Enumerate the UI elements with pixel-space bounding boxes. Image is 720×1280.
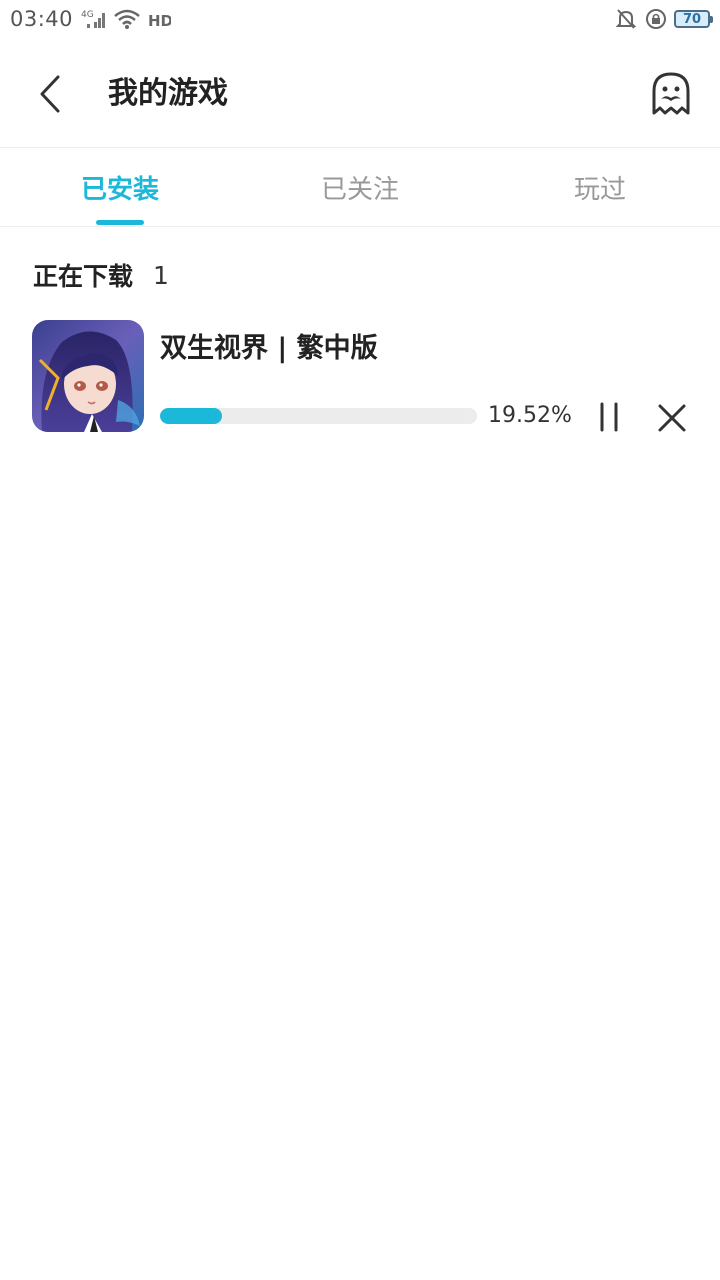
pause-icon <box>600 402 618 432</box>
rotation-lock-icon <box>644 7 668 31</box>
chevron-left-icon <box>40 75 60 113</box>
close-icon <box>658 404 686 432</box>
download-progress-fill <box>160 408 222 424</box>
tab-bar: 已安装 已关注 玩过 <box>0 148 720 226</box>
download-progress-text: 19.52% <box>488 403 572 428</box>
page-title: 我的游戏 <box>108 76 228 111</box>
status-bar: 03:40 4G HD 70 <box>0 0 720 38</box>
cancel-download-button[interactable] <box>654 400 690 436</box>
tabs-divider <box>0 226 720 227</box>
pause-button[interactable] <box>592 400 626 434</box>
profile-button[interactable] <box>650 70 692 116</box>
tab-played[interactable]: 玩过 <box>480 148 720 226</box>
bell-muted-icon <box>614 7 638 31</box>
status-right: 70 <box>614 7 713 31</box>
signal-icon: 4G <box>81 8 107 30</box>
download-item[interactable]: 双生视界 | 繁中版 19.52% <box>32 320 692 434</box>
download-progress-bar <box>160 408 477 424</box>
game-name: 双生视界 | 繁中版 <box>160 333 378 364</box>
ghost-mustache-icon <box>652 72 690 115</box>
hd-icon: HD <box>147 8 171 30</box>
wifi-icon <box>113 8 141 30</box>
status-time: 03:40 <box>10 7 74 31</box>
battery-icon: 70 <box>674 10 713 28</box>
active-tab-indicator <box>96 220 144 225</box>
hd-label: HD <box>148 12 171 30</box>
section-title-text: 正在下载 <box>33 262 134 291</box>
game-icon[interactable] <box>32 320 144 432</box>
app-header: 我的游戏 <box>0 38 720 148</box>
battery-level: 70 <box>682 11 702 27</box>
back-button[interactable] <box>30 74 70 114</box>
downloading-section-title: 正在下载 1 <box>33 258 169 292</box>
download-count: 1 <box>153 260 169 290</box>
network-type-label: 4G <box>81 10 94 20</box>
tab-followed[interactable]: 已关注 <box>240 148 480 226</box>
my-games-page: 03:40 4G HD 70 我的游戏 已安装 已关注 玩过 正在下载 1 双生… <box>0 0 720 1280</box>
tab-installed[interactable]: 已安装 <box>0 148 240 226</box>
